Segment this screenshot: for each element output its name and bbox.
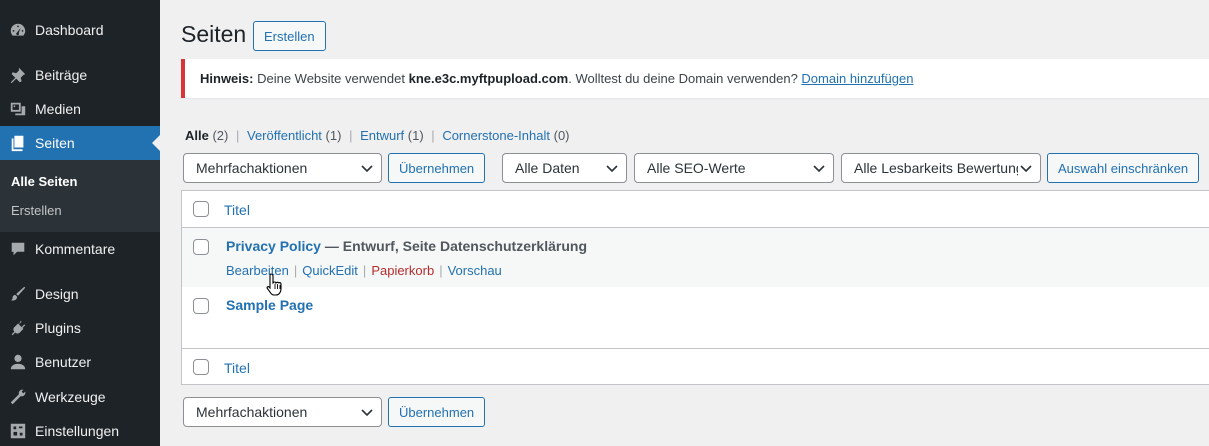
sidebar-item-label: Benutzer — [35, 354, 92, 370]
apply-bulk-button-bottom[interactable]: Übernehmen — [388, 397, 486, 427]
apply-bulk-button-top[interactable]: Übernehmen — [388, 153, 486, 183]
bulk-action-select-top[interactable]: Mehrfachaktionen — [183, 153, 382, 183]
admin-sidebar: Dashboard Beiträge Medien Seiten Alle Se… — [0, 0, 160, 446]
row-title-link[interactable]: Sample Page — [226, 297, 313, 313]
seo-filter-value: Alle SEO-Werte — [647, 160, 746, 176]
sidebar-item-medien[interactable]: Medien — [0, 92, 160, 126]
view-draft-link[interactable]: Entwurf — [360, 128, 404, 143]
sidebar-item-label: Medien — [35, 101, 81, 117]
chevron-down-icon — [813, 165, 825, 173]
table-header: Titel — [182, 191, 1209, 228]
sidebar-item-label: Design — [35, 286, 79, 302]
view-cornerstone-count: (0) — [553, 128, 570, 143]
table-row: Privacy Policy — Entwurf, Seite Datensch… — [182, 228, 1209, 287]
wrench-icon — [8, 387, 28, 407]
media-icon — [8, 99, 28, 119]
pin-icon — [8, 65, 28, 85]
submenu-item-erstellen[interactable]: Erstellen — [11, 203, 62, 218]
sidebar-item-benutzer[interactable]: Benutzer — [0, 345, 160, 379]
select-all-checkbox-footer[interactable] — [193, 359, 209, 375]
sidebar-item-label: Kommentare — [35, 241, 116, 257]
bulk-action-value: Mehrfachaktionen — [196, 160, 308, 176]
row-title: Sample Page — [226, 297, 313, 313]
preview-link[interactable]: Vorschau — [448, 263, 502, 278]
date-filter-select[interactable]: Alle Daten — [502, 153, 627, 183]
bulk-action-value: Mehrfachaktionen — [196, 404, 308, 420]
comment-icon — [8, 239, 28, 259]
row-title-link[interactable]: Privacy Policy — [226, 238, 321, 254]
sidebar-item-kommentare[interactable]: Kommentare — [0, 232, 160, 266]
sidebar-item-beitraege[interactable]: Beiträge — [0, 58, 160, 92]
notice-domain: kne.e3c.myftpupload.com — [408, 71, 569, 86]
submenu-item-alle-seiten[interactable]: Alle Seiten — [11, 174, 77, 189]
chevron-down-icon — [361, 409, 373, 417]
create-page-button[interactable]: Erstellen — [253, 21, 326, 51]
sidebar-item-label: Plugins — [35, 320, 81, 336]
status-filter-links: Alle (2) | Veröffentlicht (1) | Entwurf … — [185, 128, 570, 143]
notice-prefix: Hinweis: — [200, 71, 254, 86]
filter-submit-button[interactable]: Auswahl einschränken — [1047, 153, 1200, 183]
chevron-down-icon — [606, 165, 618, 173]
hand-cursor-icon — [266, 273, 282, 296]
sidebar-item-label: Einstellungen — [35, 423, 120, 439]
settings-icon — [8, 421, 28, 441]
seo-filter-select[interactable]: Alle SEO-Werte — [634, 153, 834, 183]
sidebar-submenu: Alle Seiten Erstellen — [0, 160, 160, 232]
domain-notice: Hinweis: Deine Website verwendet kne.e3c… — [181, 59, 1209, 98]
trash-link[interactable]: Papierkorb — [371, 263, 434, 278]
column-title-footer[interactable]: Titel — [224, 360, 250, 376]
chevron-down-icon — [1020, 162, 1032, 174]
pages-table: Titel Privacy Policy — Entwurf, Seite Da… — [181, 190, 1209, 385]
sidebar-item-dashboard[interactable]: Dashboard — [0, 13, 160, 47]
select-all-checkbox[interactable] — [193, 201, 209, 217]
sidebar-item-label: Dashboard — [35, 22, 104, 38]
sidebar-item-label: Beiträge — [35, 67, 88, 83]
view-draft-count: (1) — [407, 128, 424, 143]
dashboard-icon — [8, 20, 28, 40]
view-all-count: (2) — [212, 128, 229, 143]
sidebar-item-design[interactable]: Design — [0, 277, 160, 311]
brush-icon — [8, 284, 28, 304]
row-post-state: — Entwurf, Seite Datenschutzerklärung — [320, 238, 588, 254]
bulk-action-select-bottom[interactable]: Mehrfachaktionen — [183, 397, 382, 427]
date-filter-value: Alle Daten — [515, 160, 580, 176]
table-row: Sample Page — [182, 287, 1209, 347]
notice-text: Deine Website verwendet — [253, 71, 409, 86]
notice-question: . Wolltest du deine Domain verwenden? — [568, 71, 802, 86]
table-footer: Titel — [182, 348, 1209, 385]
view-all-link[interactable]: Alle — [185, 128, 209, 143]
view-cornerstone-link[interactable]: Cornerstone-Inhalt — [442, 128, 550, 143]
sidebar-item-label: Seiten — [35, 135, 75, 151]
sidebar-item-label: Werkzeuge — [35, 389, 106, 405]
sidebar-item-werkzeuge[interactable]: Werkzeuge — [0, 380, 160, 414]
user-icon — [8, 352, 28, 372]
sidebar-item-seiten[interactable]: Seiten — [0, 126, 160, 160]
pages-icon — [8, 133, 28, 153]
view-published-count: (1) — [325, 128, 342, 143]
sidebar-item-plugins[interactable]: Plugins — [0, 311, 160, 345]
readability-filter-select[interactable]: Alle Lesbarkeits Bewertungen — [841, 153, 1041, 183]
readability-filter-value: Alle Lesbarkeits Bewertungen — [854, 160, 1018, 176]
plugin-icon — [8, 318, 28, 338]
column-title-header[interactable]: Titel — [224, 202, 250, 218]
row-checkbox[interactable] — [193, 298, 209, 314]
row-checkbox[interactable] — [193, 239, 209, 255]
view-published-link[interactable]: Veröffentlicht — [247, 128, 322, 143]
chevron-down-icon — [361, 165, 373, 173]
row-title: Privacy Policy — Entwurf, Seite Datensch… — [226, 238, 587, 254]
quick-edit-link[interactable]: QuickEdit — [302, 263, 358, 278]
add-domain-link[interactable]: Domain hinzufügen — [801, 71, 913, 86]
sidebar-item-einstellungen[interactable]: Einstellungen — [0, 414, 160, 446]
page-title: Seiten — [181, 21, 247, 47]
